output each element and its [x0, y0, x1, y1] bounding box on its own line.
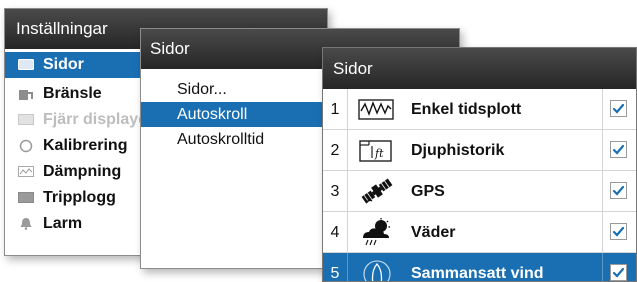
enabled-checkbox[interactable] [610, 100, 627, 117]
settings-item-label: Dämpning [43, 163, 122, 180]
depth-history-icon: ft [357, 136, 397, 165]
pages-list-panel: Sidor 1 Enkel tidsplott 2 ft Djuphistori… [322, 47, 637, 282]
page-row-combined-wind[interactable]: 5 Sammansatt vind [323, 253, 636, 282]
page-row-time-plot[interactable]: 1 Enkel tidsplott [323, 89, 636, 130]
row-check-cell [602, 171, 636, 211]
row-label: Enkel tidsplott [411, 101, 522, 118]
triplog-icon [17, 191, 35, 204]
enabled-checkbox[interactable] [610, 264, 627, 281]
row-label: Sammansatt vind [411, 265, 544, 282]
fuel-icon [17, 87, 35, 100]
settings-item-label: Bränsle [43, 85, 102, 102]
row-label: Väder [411, 224, 456, 241]
row-number: 5 [323, 253, 348, 281]
page-row-weather[interactable]: 4 Väder [323, 212, 636, 253]
settings-item-label: Sidor [43, 56, 84, 73]
pages-list-title: Sidor [323, 48, 636, 89]
row-check-cell [602, 130, 636, 170]
row-check-cell [602, 212, 636, 252]
row-number: 4 [323, 212, 348, 252]
row-check-cell [602, 253, 636, 281]
settings-item-label: Fjärr displaye [43, 111, 148, 128]
pages-icon [17, 58, 35, 71]
settings-item-label: Tripplogg [43, 189, 116, 206]
remote-display-icon [17, 113, 35, 126]
row-check-cell [602, 89, 636, 129]
boat-wind-icon [357, 259, 397, 281]
enabled-checkbox[interactable] [610, 182, 627, 199]
checkmark-icon [612, 267, 625, 278]
page-row-depth-history[interactable]: 2 ft Djuphistorik [323, 130, 636, 171]
satellite-icon [357, 177, 397, 206]
checkmark-icon [612, 103, 625, 114]
row-label: Djuphistorik [411, 142, 505, 159]
checkmark-icon [612, 226, 625, 237]
damping-icon [17, 165, 35, 178]
weather-icon [357, 218, 397, 247]
enabled-checkbox[interactable] [610, 141, 627, 158]
calibration-icon [17, 139, 35, 152]
row-label: GPS [411, 183, 445, 200]
alarm-bell-icon [17, 217, 35, 230]
row-number: 1 [323, 89, 348, 129]
settings-item-label: Larm [43, 215, 83, 232]
checkmark-icon [612, 144, 625, 155]
time-plot-icon [357, 95, 397, 124]
row-number: 2 [323, 130, 348, 170]
row-number: 3 [323, 171, 348, 211]
settings-item-label: Kalibrering [43, 137, 128, 154]
page-row-gps[interactable]: 3 GPS [323, 171, 636, 212]
checkmark-icon [612, 185, 625, 196]
enabled-checkbox[interactable] [610, 223, 627, 240]
depth-unit-text: ft [374, 147, 384, 160]
